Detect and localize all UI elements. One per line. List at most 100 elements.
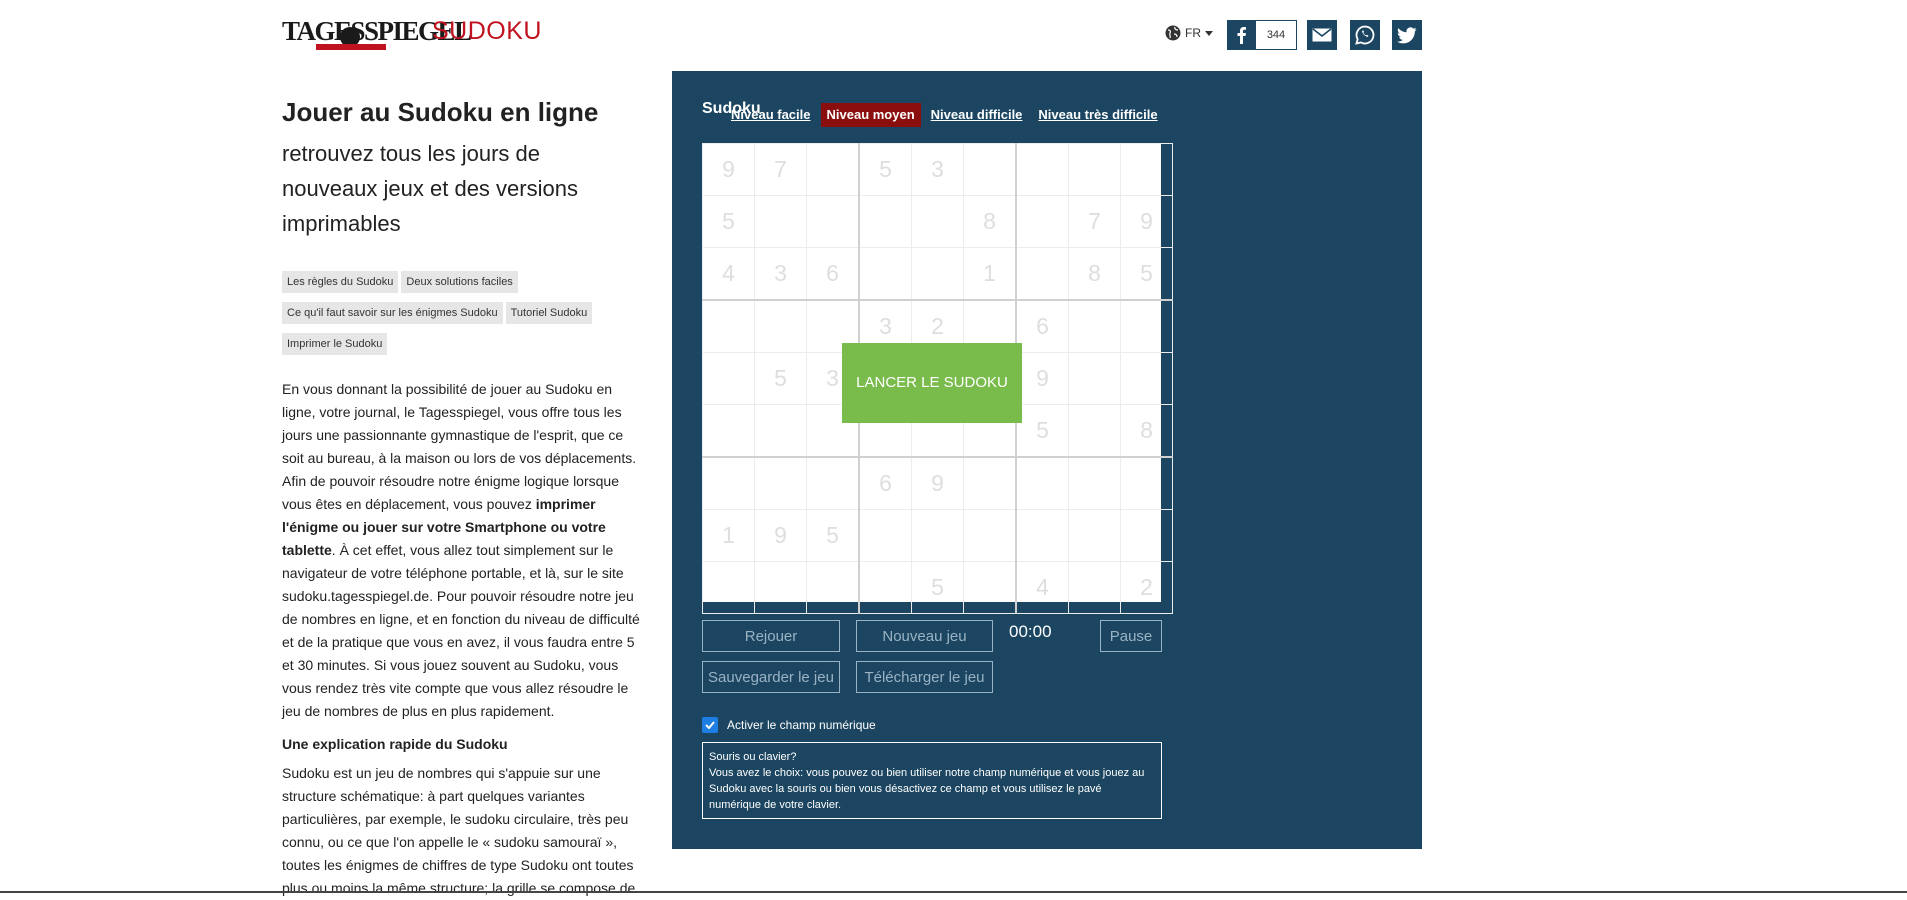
new-game-button[interactable]: Nouveau jeu [856, 620, 993, 652]
sudoku-cell[interactable]: 6 [1015, 299, 1069, 353]
sudoku-cell[interactable] [806, 143, 860, 196]
language-label: FR [1185, 26, 1201, 40]
sudoku-cell[interactable] [858, 195, 912, 248]
launch-sudoku-button[interactable]: LANCER LE SUDOKU [842, 343, 1022, 423]
envelope-icon [1312, 28, 1332, 42]
sudoku-cell[interactable] [1068, 352, 1121, 405]
facebook-share[interactable]: 344 [1227, 20, 1297, 50]
sudoku-cell[interactable]: 5 [1015, 404, 1069, 458]
sudoku-cell[interactable] [806, 195, 860, 248]
sudoku-cell[interactable]: 6 [806, 247, 860, 301]
sudoku-cell[interactable]: 1 [963, 247, 1017, 301]
sudoku-cell[interactable]: 3 [754, 247, 807, 301]
sudoku-cell[interactable] [911, 509, 964, 562]
sudoku-cell[interactable] [702, 299, 755, 353]
sudoku-cell[interactable]: 3 [911, 143, 964, 196]
sudoku-cell[interactable] [858, 561, 912, 614]
sudoku-cell[interactable] [1068, 509, 1121, 562]
email-share-button[interactable] [1307, 20, 1337, 50]
tag-list: Les règles du Sudoku Deux solutions facil… [282, 271, 642, 364]
logo-sudoku-text: SUDOKU [432, 17, 542, 45]
tab-level-very-hard[interactable]: Niveau très difficile [1032, 103, 1163, 127]
sudoku-cell[interactable] [702, 561, 755, 614]
sudoku-cell[interactable] [806, 456, 860, 510]
sudoku-cell[interactable]: 5 [1120, 247, 1173, 301]
sudoku-row: 542 [702, 561, 1173, 614]
sudoku-cell[interactable]: 8 [1120, 404, 1173, 458]
sudoku-cell[interactable]: 9 [1015, 352, 1069, 405]
whatsapp-share-button[interactable] [1350, 20, 1380, 50]
sudoku-cell[interactable] [1068, 561, 1121, 614]
tab-level-medium[interactable]: Niveau moyen [820, 103, 921, 127]
sudoku-cell[interactable]: 9 [754, 509, 807, 562]
sudoku-cell[interactable]: 8 [1068, 247, 1121, 301]
sudoku-cell[interactable]: 8 [963, 195, 1017, 248]
sudoku-cell[interactable]: 5 [702, 195, 755, 248]
sudoku-cell[interactable] [1068, 143, 1121, 196]
sudoku-cell[interactable]: 4 [702, 247, 755, 301]
sudoku-cell[interactable] [1015, 247, 1069, 301]
sudoku-cell[interactable] [1120, 143, 1173, 196]
sudoku-cell[interactable] [1068, 404, 1121, 458]
sudoku-cell[interactable]: 9 [702, 143, 755, 196]
sudoku-cell[interactable] [702, 404, 755, 458]
numpad-toggle[interactable]: Activer le champ numérique [702, 717, 876, 733]
tag-link[interactable]: Les règles du Sudoku [282, 271, 399, 293]
sudoku-cell[interactable]: 6 [858, 456, 912, 510]
replay-button[interactable]: Rejouer [702, 620, 840, 652]
sudoku-cell[interactable] [754, 195, 807, 248]
chevron-down-icon [1205, 30, 1213, 36]
sudoku-cell[interactable] [858, 509, 912, 562]
facebook-icon[interactable] [1227, 20, 1255, 50]
sudoku-cell[interactable] [702, 456, 755, 510]
sudoku-cell[interactable] [1120, 509, 1173, 562]
pause-button[interactable]: Pause [1100, 620, 1162, 652]
sudoku-cell[interactable] [911, 247, 964, 301]
sudoku-cell[interactable] [963, 509, 1017, 562]
sudoku-cell[interactable]: 1 [702, 509, 755, 562]
sudoku-cell[interactable]: 5 [911, 561, 964, 614]
sudoku-cell[interactable]: 5 [806, 509, 860, 562]
sudoku-cell[interactable] [963, 456, 1017, 510]
sudoku-cell[interactable]: 5 [754, 352, 807, 405]
download-game-button[interactable]: Télécharger le jeu [856, 661, 993, 693]
sudoku-cell[interactable] [963, 561, 1017, 614]
sudoku-cell[interactable] [1068, 456, 1121, 510]
tag-link[interactable]: Deux solutions faciles [401, 271, 518, 293]
sudoku-cell[interactable] [806, 561, 860, 614]
tag-link[interactable]: Tutoriel Sudoku [505, 302, 593, 324]
numpad-checkbox[interactable] [702, 717, 718, 733]
article-paragraph: Sudoku est un jeu de nombres qui s'appui… [282, 765, 636, 896]
sudoku-cell[interactable]: 7 [1068, 195, 1121, 248]
sudoku-cell[interactable] [1120, 352, 1173, 405]
sudoku-cell[interactable] [754, 299, 807, 353]
tag-link[interactable]: Ce qu'il faut savoir sur les énigmes Sud… [282, 302, 503, 324]
sudoku-cell[interactable]: 9 [1120, 195, 1173, 248]
sudoku-cell[interactable] [858, 247, 912, 301]
sudoku-cell[interactable]: 2 [1120, 561, 1173, 614]
sudoku-cell[interactable] [1015, 143, 1069, 196]
twitter-share-button[interactable] [1392, 20, 1422, 50]
globe-icon [1165, 25, 1181, 41]
sudoku-cell[interactable] [1015, 509, 1069, 562]
sudoku-cell[interactable] [1015, 456, 1069, 510]
sudoku-cell[interactable] [702, 352, 755, 405]
save-game-button[interactable]: Sauvegarder le jeu [702, 661, 840, 693]
sudoku-cell[interactable]: 4 [1015, 561, 1069, 614]
sudoku-cell[interactable] [754, 456, 807, 510]
sudoku-cell[interactable] [1068, 299, 1121, 353]
sudoku-cell[interactable] [754, 404, 807, 458]
sudoku-cell[interactable] [1120, 456, 1173, 510]
sudoku-cell[interactable]: 5 [858, 143, 912, 196]
sudoku-cell[interactable] [963, 143, 1017, 196]
sudoku-cell[interactable]: 7 [754, 143, 807, 196]
tab-level-hard[interactable]: Niveau difficile [925, 103, 1029, 127]
tag-link[interactable]: Imprimer le Sudoku [282, 333, 388, 355]
sudoku-cell[interactable]: 9 [911, 456, 964, 510]
language-selector[interactable]: FR [1165, 25, 1213, 41]
sudoku-cell[interactable] [1015, 195, 1069, 248]
tab-level-easy[interactable]: Niveau facile [725, 103, 817, 127]
sudoku-cell[interactable] [754, 561, 807, 614]
sudoku-cell[interactable] [1120, 299, 1173, 353]
sudoku-cell[interactable] [911, 195, 964, 248]
